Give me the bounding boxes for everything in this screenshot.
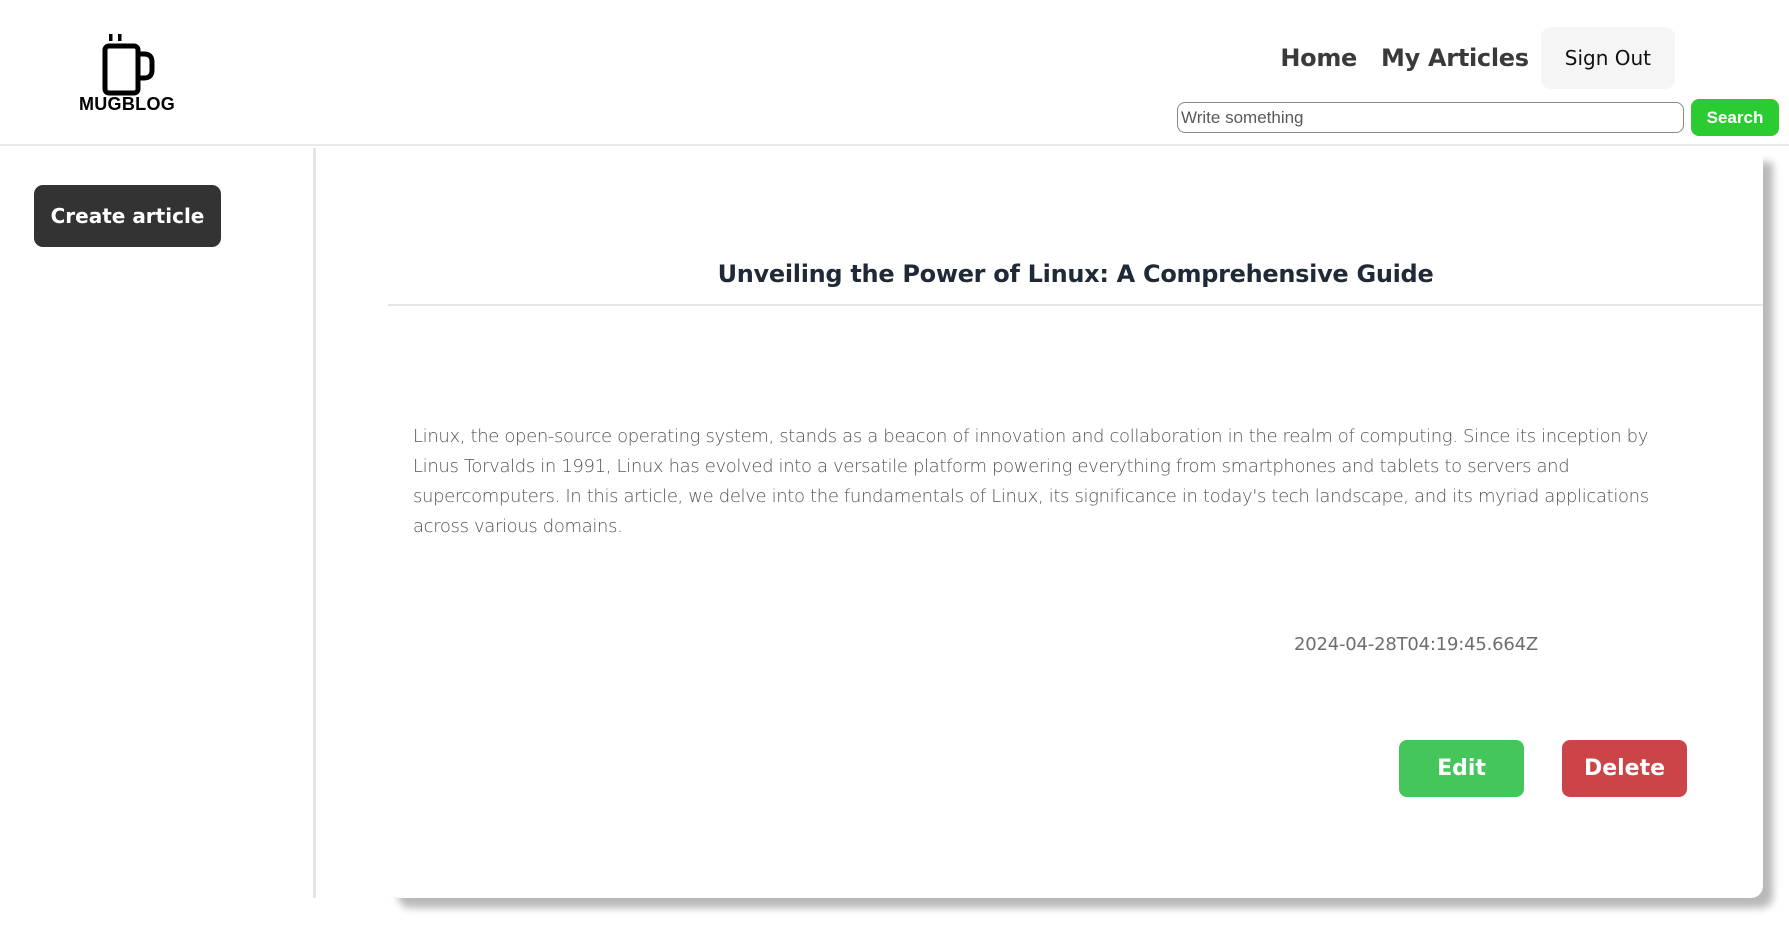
search-input[interactable] [1177,102,1684,133]
mug-icon [102,34,155,96]
edit-button[interactable]: Edit [1399,740,1524,797]
create-article-button[interactable]: Create article [34,185,221,247]
article-card: Unveiling the Power of Linux: A Comprehe… [388,152,1763,898]
brand-name: MUGBLOG [78,94,176,114]
title-divider [388,304,1763,306]
site-header: MUGBLOG Home My Articles Sign Out Search [0,0,1789,146]
nav-home-link[interactable]: Home [1280,44,1357,72]
nav-my-articles-link[interactable]: My Articles [1381,44,1529,72]
brand-logo[interactable]: MUGBLOG [78,34,176,114]
search-bar: Search [1177,99,1779,136]
article-body: Linux, the open-source operating system,… [413,426,1649,537]
sidebar: Create article [0,148,316,898]
article-title: Unveiling the Power of Linux: A Comprehe… [717,260,1434,288]
delete-button[interactable]: Delete [1562,740,1687,797]
main-nav: Home My Articles Sign Out [1280,27,1675,89]
sign-out-button[interactable]: Sign Out [1540,27,1675,89]
article-timestamp: 2024-04-28T04:19:45.664Z [1294,634,1539,655]
search-button[interactable]: Search [1691,99,1779,136]
